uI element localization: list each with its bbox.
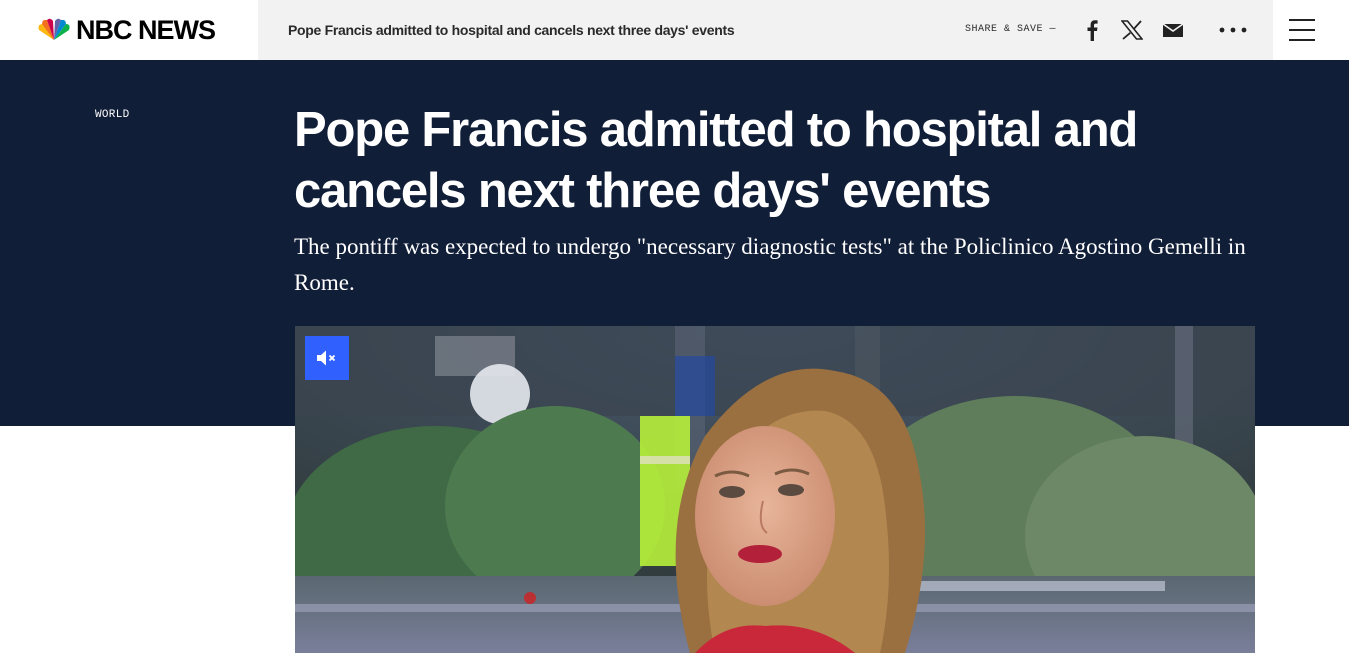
facebook-icon[interactable] [1080, 18, 1104, 42]
section-label[interactable]: WORLD [95, 109, 130, 121]
logo-wordmark: NBC NEWS [76, 15, 216, 45]
menu-icon[interactable] [1289, 19, 1315, 41]
nbc-peacock-icon [38, 18, 70, 40]
video-frame [295, 326, 1255, 653]
x-icon[interactable] [1120, 18, 1144, 42]
sticky-headline-title: Pope Francis admitted to hospital and ca… [288, 22, 735, 38]
share-save-label: SHARE & SAVE — [965, 24, 1057, 35]
video-player[interactable] [295, 326, 1255, 653]
mute-button[interactable] [305, 336, 349, 380]
more-icon[interactable] [1216, 18, 1250, 42]
article-dek: The pontiff was expected to undergo "nec… [294, 234, 1246, 295]
volume-muted-icon [317, 350, 336, 366]
top-nav: NBC NEWS Pope Francis admitted to hospit… [0, 0, 1349, 60]
mail-icon[interactable] [1161, 18, 1185, 42]
menu-area [1273, 0, 1349, 60]
sticky-headline-bar: Pope Francis admitted to hospital and ca… [258, 0, 1273, 60]
logo-link[interactable]: NBC NEWS [0, 0, 258, 60]
article-headline: Pope Francis admitted to hospital and ca… [294, 103, 1138, 218]
